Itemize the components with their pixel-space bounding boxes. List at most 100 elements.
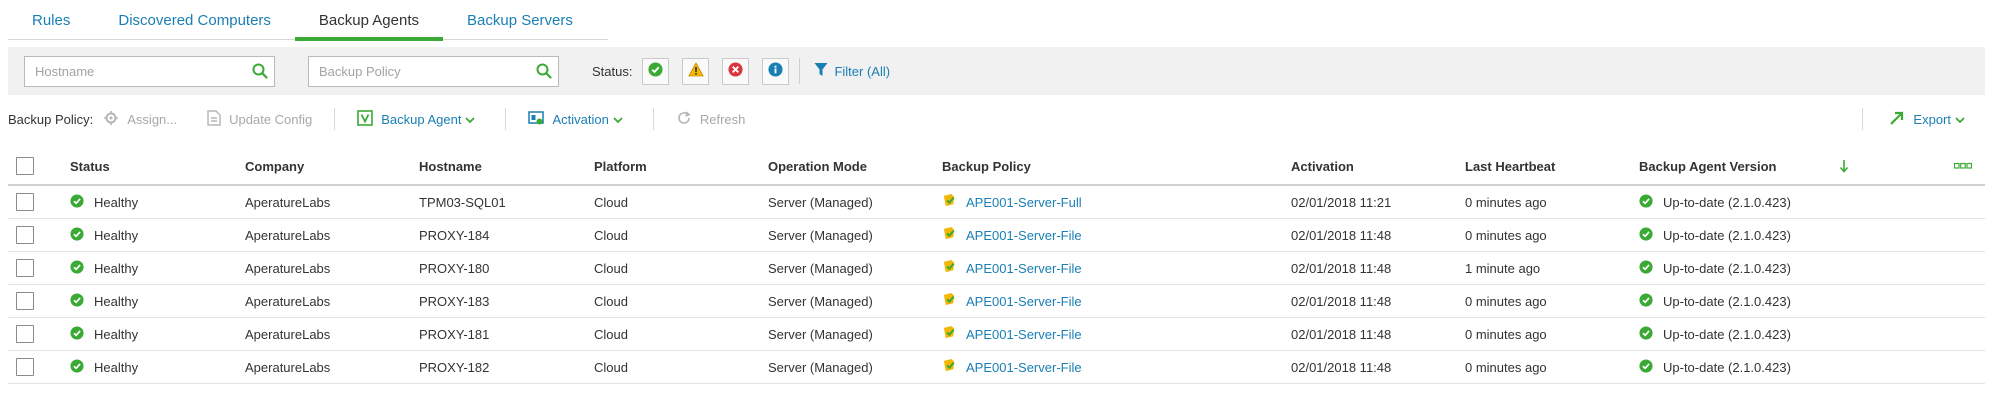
- activation-cell: 02/01/2018 11:48: [1291, 227, 1392, 243]
- select-all-checkbox[interactable]: [16, 157, 34, 175]
- check-circle-icon: [70, 259, 84, 277]
- agent-version-text: Up-to-date (2.1.0.423): [1663, 359, 1791, 375]
- backup-policy-link[interactable]: APE001-Server-File: [966, 261, 1082, 276]
- last-heartbeat-cell: 0 minutes ago: [1465, 359, 1547, 375]
- warning-triangle-icon: [688, 62, 704, 80]
- status-error-filter-button[interactable]: [722, 57, 750, 85]
- backup-policy-link[interactable]: APE001-Server-File: [966, 360, 1082, 375]
- tab-backup-servers[interactable]: Backup Servers: [443, 0, 597, 40]
- row-checkbox[interactable]: [16, 292, 34, 310]
- policy-shield-icon: [942, 358, 957, 376]
- update-config-icon: [207, 109, 229, 129]
- column-header-company[interactable]: Company: [245, 148, 304, 184]
- assign-button[interactable]: Assign...: [103, 110, 177, 129]
- operation-mode-cell: Server (Managed): [768, 194, 873, 210]
- column-chooser-icon[interactable]: [1954, 148, 1972, 184]
- row-checkbox[interactable]: [16, 193, 34, 211]
- column-header-backup-policy[interactable]: Backup Policy: [942, 148, 1031, 184]
- operation-mode-cell: Server (Managed): [768, 293, 873, 309]
- company-cell: AperatureLabs: [245, 326, 331, 342]
- policy-shield-icon: [942, 325, 957, 343]
- activation-cell: 02/01/2018 11:48: [1291, 359, 1392, 375]
- table-row[interactable]: Healthy AperatureLabs PROXY-182 Cloud Se…: [8, 351, 1985, 384]
- search-icon[interactable]: [246, 57, 274, 85]
- row-checkbox[interactable]: [16, 358, 34, 376]
- status-warning-filter-button[interactable]: [682, 57, 710, 85]
- status-text: Healthy: [94, 359, 139, 375]
- operation-mode-cell: Server (Managed): [768, 260, 873, 276]
- export-arrow-icon: [1889, 110, 1913, 129]
- backup-policy-link[interactable]: APE001-Server-File: [966, 294, 1082, 309]
- info-icon: [768, 62, 783, 80]
- status-ok-filter-button[interactable]: [642, 57, 670, 85]
- refresh-button[interactable]: Refresh: [676, 110, 745, 129]
- update-config-button[interactable]: Update Config: [207, 109, 312, 129]
- status-info-filter-button[interactable]: [762, 57, 790, 85]
- row-checkbox[interactable]: [16, 226, 34, 244]
- table-row[interactable]: Healthy AperatureLabs PROXY-183 Cloud Se…: [8, 285, 1985, 318]
- table-row[interactable]: Healthy AperatureLabs PROXY-180 Cloud Se…: [8, 252, 1985, 285]
- column-header-operation-mode[interactable]: Operation Mode: [768, 148, 867, 184]
- status-text: Healthy: [94, 227, 139, 243]
- column-header-platform[interactable]: Platform: [594, 148, 647, 184]
- backup-policy-link[interactable]: APE001-Server-File: [966, 228, 1082, 243]
- table-row[interactable]: Healthy AperatureLabs PROXY-184 Cloud Se…: [8, 219, 1985, 252]
- agent-version-text: Up-to-date (2.1.0.423): [1663, 194, 1791, 210]
- backup-agent-icon: [357, 109, 381, 129]
- column-header-status[interactable]: Status: [70, 148, 110, 184]
- funnel-icon: [814, 62, 834, 80]
- operation-mode-cell: Server (Managed): [768, 359, 873, 375]
- platform-cell: Cloud: [594, 359, 628, 375]
- last-heartbeat-cell: 0 minutes ago: [1465, 293, 1547, 309]
- column-header-hostname[interactable]: Hostname: [419, 148, 482, 184]
- search-icon[interactable]: [530, 57, 558, 85]
- row-checkbox[interactable]: [16, 259, 34, 277]
- table-header: Status Company Hostname Platform Operati…: [8, 148, 1985, 186]
- status-text: Healthy: [94, 293, 139, 309]
- agent-version-text: Up-to-date (2.1.0.423): [1663, 326, 1791, 342]
- hostname-search-input[interactable]: [25, 56, 246, 86]
- activation-menu-button[interactable]: Activation: [528, 110, 630, 129]
- tab-discovered-computers[interactable]: Discovered Computers: [94, 0, 295, 40]
- row-checkbox[interactable]: [16, 325, 34, 343]
- chevron-down-icon: [613, 112, 631, 127]
- table-row[interactable]: Healthy AperatureLabs TPM03-SQL01 Cloud …: [8, 186, 1985, 219]
- table-row[interactable]: Healthy AperatureLabs PROXY-181 Cloud Se…: [8, 318, 1985, 351]
- platform-cell: Cloud: [594, 326, 628, 342]
- policy-search-input[interactable]: [309, 56, 530, 86]
- check-circle-icon: [1639, 193, 1653, 211]
- column-header-activation[interactable]: Activation: [1291, 148, 1354, 184]
- export-label: Export: [1913, 111, 1951, 127]
- backup-policy-link[interactable]: APE001-Server-Full: [966, 195, 1082, 210]
- check-circle-icon: [1639, 292, 1653, 310]
- backup-policy-label: Backup Policy:: [8, 111, 94, 127]
- platform-cell: Cloud: [594, 227, 628, 243]
- sort-down-arrow-icon[interactable]: [1839, 148, 1849, 184]
- backup-agent-menu-button[interactable]: Backup Agent: [357, 109, 483, 129]
- check-circle-icon: [1639, 325, 1653, 343]
- check-circle-icon: [70, 292, 84, 310]
- chevron-down-icon: [1955, 112, 1973, 127]
- tab-backup-agents[interactable]: Backup Agents: [294, 0, 444, 41]
- operation-mode-cell: Server (Managed): [768, 326, 873, 342]
- check-circle-icon: [70, 325, 84, 343]
- toolbar-divider: [652, 108, 654, 130]
- hostname-search: [24, 55, 275, 87]
- toolbar-divider: [505, 108, 507, 130]
- check-circle-icon: [1639, 226, 1653, 244]
- status-text: Healthy: [94, 194, 139, 210]
- chevron-down-icon: [465, 112, 483, 127]
- hostname-cell: PROXY-184: [419, 227, 490, 243]
- assign-policy-icon: [103, 110, 127, 129]
- tab-rules[interactable]: Rules: [8, 0, 94, 40]
- filter-button[interactable]: Filter (All): [814, 62, 890, 80]
- activation-cell: 02/01/2018 11:48: [1291, 326, 1392, 342]
- backup-policy-link[interactable]: APE001-Server-File: [966, 327, 1082, 342]
- column-header-agent-version[interactable]: Backup Agent Version: [1639, 148, 1777, 184]
- policy-shield-icon: [942, 292, 957, 310]
- policy-search: [308, 55, 559, 87]
- column-header-last-heartbeat[interactable]: Last Heartbeat: [1465, 148, 1555, 184]
- export-button[interactable]: Export: [1889, 110, 1973, 129]
- company-cell: AperatureLabs: [245, 194, 331, 210]
- platform-cell: Cloud: [594, 293, 628, 309]
